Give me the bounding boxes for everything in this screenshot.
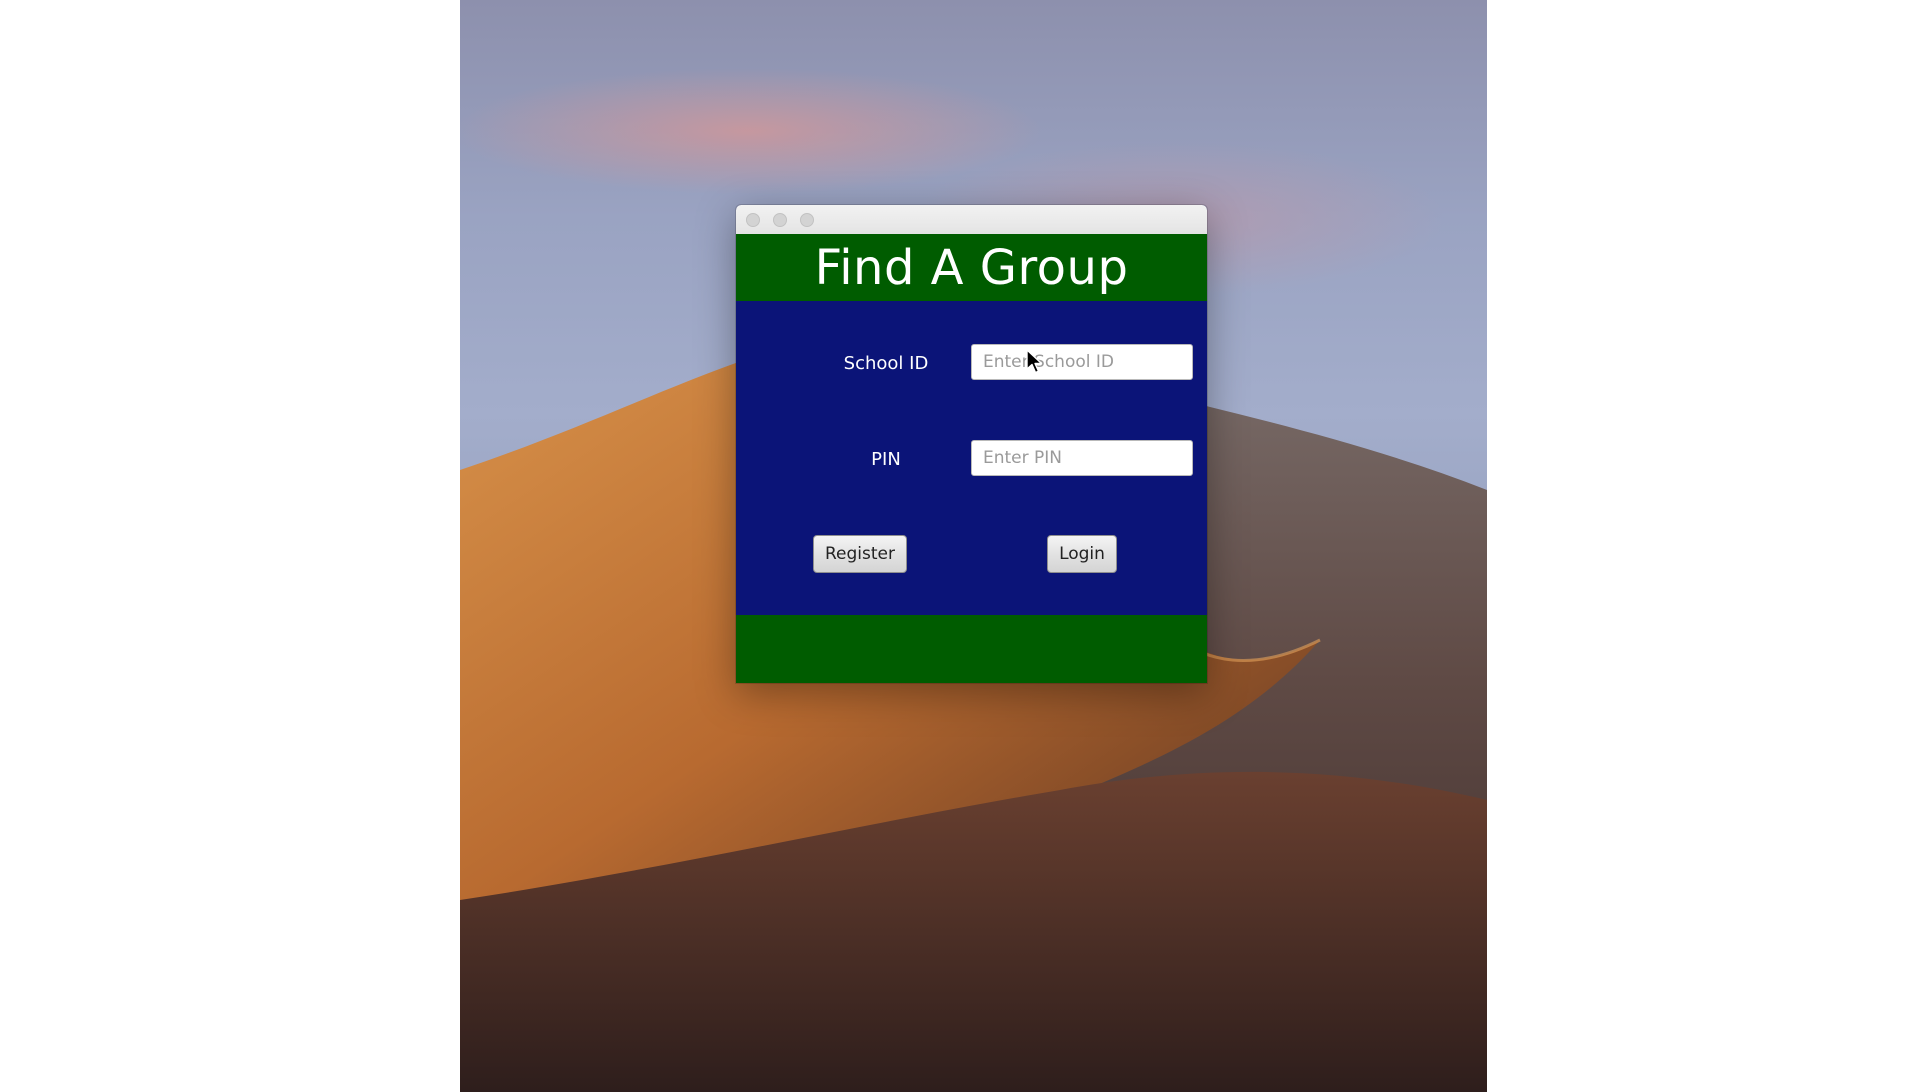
page-title: Find A Group xyxy=(814,239,1129,296)
pin-input[interactable] xyxy=(971,440,1193,476)
pin-label: PIN xyxy=(871,449,901,470)
register-button[interactable]: Register xyxy=(813,535,907,573)
school-id-label: School ID xyxy=(843,353,929,374)
minimize-icon[interactable] xyxy=(773,213,787,227)
school-id-input[interactable] xyxy=(971,344,1193,380)
close-icon[interactable] xyxy=(746,213,760,227)
zoom-icon[interactable] xyxy=(800,213,814,227)
login-window: Find A Group School ID PIN Register Logi… xyxy=(736,205,1207,683)
header-band: Find A Group xyxy=(736,234,1207,301)
login-button[interactable]: Login xyxy=(1047,535,1117,573)
footer-band xyxy=(736,615,1207,683)
mouse-cursor-icon xyxy=(1026,349,1043,374)
window-titlebar[interactable] xyxy=(736,205,1207,235)
